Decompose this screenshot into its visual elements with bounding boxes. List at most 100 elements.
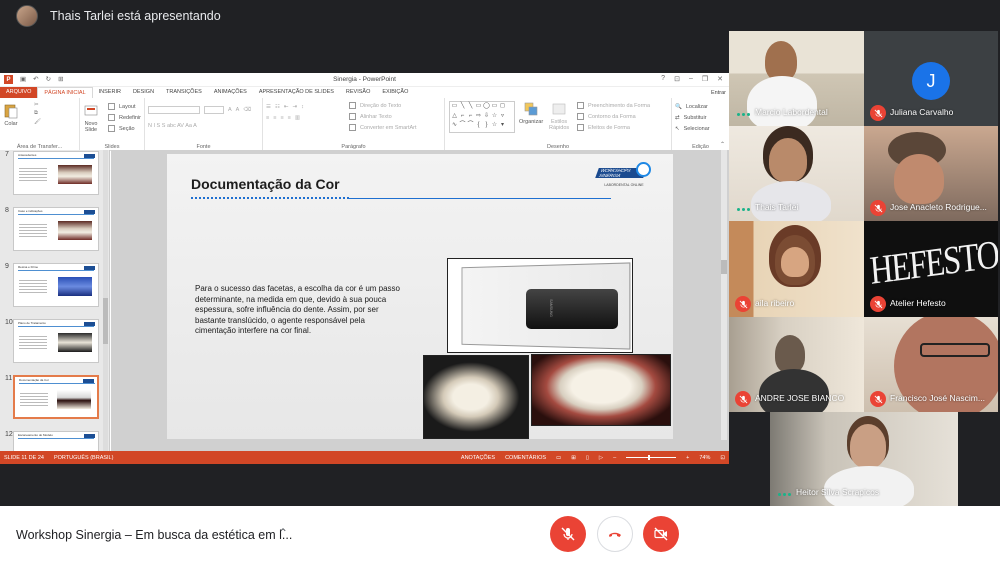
align-center-icon[interactable]: ≡ [273, 115, 276, 121]
mic-off-icon [870, 296, 886, 312]
layout-icon [108, 103, 115, 110]
ppt-window-title: Sinergia - PowerPoint [333, 76, 396, 83]
section-button[interactable]: Seção [119, 126, 135, 132]
zoom-in-icon[interactable]: + [686, 455, 689, 461]
slideshow-view-icon[interactable]: ▷ [599, 455, 603, 461]
notes-button[interactable]: ANOTAÇÕES [461, 455, 495, 461]
zoom-level[interactable]: 74% [699, 455, 710, 461]
shade-guide-photo [423, 355, 529, 439]
camera-off-icon [654, 527, 668, 541]
participant-tile-heitor[interactable]: Heitor Silva Scrapicos [770, 412, 958, 506]
align-text-button[interactable]: Alinhar Texto [360, 114, 392, 120]
hang-up-icon [609, 532, 621, 537]
tab-transitions[interactable]: TRANSIÇÕES [160, 87, 208, 98]
font-name-box[interactable] [148, 105, 200, 114]
meeting-name[interactable]: Workshop Sinergia – Em busca da estética… [16, 528, 292, 542]
participant-tile-andre[interactable]: ANDRE JOSE BIANCO [729, 317, 864, 412]
participant-tile-jose[interactable]: Jose Anacleto Rodrigue... [864, 126, 998, 221]
tab-file[interactable]: ARQUIVO [0, 87, 38, 98]
font-size-box[interactable] [204, 105, 224, 114]
new-slide-button[interactable]: Novo Slide [83, 103, 99, 133]
format-painter-icon[interactable]: 🖌 [34, 119, 41, 125]
replace-button[interactable]: Substituir [684, 115, 707, 121]
mic-toggle-button[interactable] [550, 516, 586, 552]
thumbnail-slide-7[interactable]: 7 Antecedentes [4, 151, 108, 199]
tab-home[interactable]: PÁGINA INICIAL [37, 87, 93, 98]
collapse-ribbon-icon[interactable]: ⌃ [720, 141, 725, 148]
tab-review[interactable]: REVISÃO [340, 87, 376, 98]
signin-link[interactable]: Entrar [711, 90, 729, 96]
current-slide[interactable]: Documentação da Cor WORKSHOPS SINERGIA LA… [167, 154, 673, 439]
clear-format-icon[interactable]: ⌫ [243, 107, 251, 113]
leave-call-button[interactable] [597, 516, 633, 552]
participant-tile-francisco[interactable]: Francisco José Nascim... [864, 317, 998, 412]
reset-button[interactable]: Redefinir [119, 115, 141, 121]
text-tools: Direção do Texto Alinhar Texto Converter… [349, 100, 417, 133]
restore-icon[interactable]: ❐ [702, 75, 708, 83]
bullets-icon[interactable]: ☰ [266, 104, 271, 110]
participant-tile-aila[interactable]: aila ribeiro [729, 221, 864, 317]
grow-font-icon[interactable]: A [228, 107, 232, 113]
fit-slide-icon[interactable]: ⊡ [720, 455, 725, 461]
shape-format-tools: Preenchimento da Forma Contorno da Forma… [577, 100, 650, 133]
shapes-gallery[interactable]: ▭ ╲ ╲ ▭ ◯ ▭ ◻ △ ⌐ ⌐ ⇨ ⇩ ☆ ▿ ∿ ⌒ ⌒{} ☆ ▾ [449, 101, 515, 133]
language-status[interactable]: PORTUGUÊS (BRASIL) [54, 455, 114, 461]
reading-view-icon[interactable]: ▯ [586, 455, 589, 461]
workshops-sinergia-logo: WORKSHOPS SINERGIA LABORDENTAL ONLINE [595, 162, 651, 192]
line-spacing-icon[interactable]: ↕ [301, 104, 304, 110]
find-button[interactable]: Localizar [686, 104, 708, 110]
arrange-button[interactable]: Organizar [519, 101, 543, 125]
align-left-icon[interactable]: ≡ [266, 115, 269, 121]
quick-styles-button[interactable]: Estilos Rápidos [549, 101, 569, 131]
select-button[interactable]: Selecionar [684, 126, 710, 132]
smartart-button[interactable]: Converter em SmartArt [360, 125, 417, 131]
shape-outline-button[interactable]: Contorno da Forma [588, 114, 636, 120]
text-direction-button[interactable]: Direção do Texto [360, 103, 401, 109]
numbering-icon[interactable]: ☷ [275, 104, 280, 110]
thumbnail-slide-9[interactable]: 9 Resina e Filme [4, 263, 108, 311]
shape-effects-button[interactable]: Efeitos de Forma [588, 125, 630, 131]
find-icon: 🔍 [675, 103, 682, 110]
comments-button[interactable]: COMENTÁRIOS [505, 455, 546, 461]
normal-view-icon[interactable]: ▭ [556, 455, 561, 461]
participant-tile-thais[interactable]: Thais Tarlei [729, 126, 864, 221]
thumbnail-image: Plano de Tratamento [13, 319, 99, 363]
tab-animations[interactable]: ANIMAÇÕES [208, 87, 253, 98]
thumbnail-slide-12[interactable]: 12 Escaneamento do Modelo [4, 431, 108, 451]
ribbon-display-icon[interactable]: ⊡ [674, 75, 680, 83]
columns-icon[interactable]: ▥ [295, 115, 300, 121]
thumbnail-slide-11[interactable]: 11 Documentação da Cor [4, 375, 108, 423]
tab-insert[interactable]: INSERIR [93, 87, 127, 98]
layout-button[interactable]: Layout [119, 104, 136, 110]
ppt-status-bar: SLIDE 11 DE 24 PORTUGUÊS (BRASIL) ANOTAÇ… [0, 451, 729, 464]
slide-options: Layout Redefinir Seção [108, 101, 141, 134]
thumbnail-slide-8[interactable]: 8 Caso e indicações [4, 207, 108, 255]
zoom-out-icon[interactable]: – [613, 455, 616, 461]
sorter-view-icon[interactable]: ⊞ [571, 455, 576, 461]
thumbnails-scrollbar[interactable] [103, 150, 108, 451]
editor-scrollbar[interactable] [721, 150, 727, 440]
participant-tile-juliana[interactable]: J Juliana Carvalho [864, 31, 998, 126]
cut-icon[interactable]: ✂ [34, 102, 41, 108]
justify-icon[interactable]: ≡ [288, 115, 291, 121]
thumbnail-image: Caso e indicações [13, 207, 99, 251]
increase-indent-icon[interactable]: ⇥ [292, 104, 297, 110]
minimize-icon[interactable]: – [689, 75, 693, 83]
copy-icon[interactable]: ⧉ [34, 110, 41, 117]
help-icon[interactable]: ? [661, 75, 665, 83]
align-right-icon[interactable]: ≡ [280, 115, 283, 121]
paste-button[interactable]: Colar [3, 103, 19, 127]
shape-fill-button[interactable]: Preenchimento da Forma [588, 103, 650, 109]
participant-tile-atelier[interactable]: HEFESTO Atelier Hefesto [864, 221, 998, 317]
participant-tile-marcio[interactable]: Marcio Labordental [729, 31, 864, 126]
tab-view[interactable]: EXIBIÇÃO [376, 87, 414, 98]
camera-toggle-button[interactable] [643, 516, 679, 552]
shrink-font-icon[interactable]: A [236, 107, 240, 113]
close-icon[interactable]: ✕ [717, 75, 723, 83]
thumbnail-slide-10[interactable]: 10 Plano de Tratamento [4, 319, 108, 367]
tab-slideshow[interactable]: APRESENTAÇÃO DE SLIDES [253, 87, 340, 98]
decrease-indent-icon[interactable]: ⇤ [284, 104, 289, 110]
zoom-slider[interactable] [626, 455, 677, 460]
tab-design[interactable]: DESIGN [127, 87, 160, 98]
chevron-up-icon[interactable]: ⌃ [278, 526, 288, 540]
